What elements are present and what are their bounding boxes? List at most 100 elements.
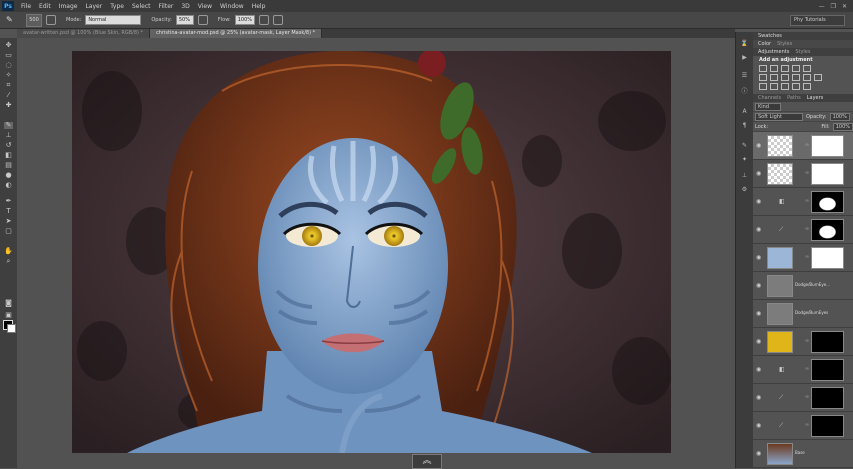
clone-source-icon[interactable]: ⊥ <box>740 172 749 179</box>
layer-mask-thumbnail[interactable] <box>811 387 844 409</box>
chain-link-icon[interactable]: ∞ <box>805 366 809 372</box>
tab-layers[interactable]: Layers <box>804 95 827 101</box>
chain-link-icon[interactable]: ∞ <box>805 198 809 204</box>
layer-opacity-input[interactable]: 100% <box>829 112 850 121</box>
curves-icon[interactable] <box>781 65 789 72</box>
layer-mask-thumbnail[interactable] <box>811 135 844 157</box>
layer-row[interactable]: ◉ ⟋ ∞ <box>753 384 853 412</box>
brightness-contrast-icon[interactable] <box>759 65 767 72</box>
dodge-tool-icon[interactable]: ◐ <box>4 182 13 189</box>
selective-color-icon[interactable] <box>792 83 800 90</box>
layer-row[interactable]: ◉ ∞ <box>753 160 853 188</box>
layer-row[interactable]: ◉ ⟋ ∞ <box>753 412 853 440</box>
actions-panel-icon[interactable]: ▶ <box>740 54 749 61</box>
photo-filter-icon[interactable] <box>792 74 800 81</box>
menu-layer[interactable]: Layer <box>81 3 106 10</box>
gradient-map-icon[interactable] <box>803 83 811 90</box>
visibility-eye-icon[interactable]: ◉ <box>756 394 761 401</box>
layer-mask-thumbnail[interactable] <box>811 163 844 185</box>
visibility-eye-icon[interactable]: ◉ <box>756 450 761 457</box>
layer-mask-thumbnail[interactable] <box>811 219 844 241</box>
hue-saturation-icon[interactable] <box>759 74 767 81</box>
layer-name[interactable]: Dodge/BurnEye... <box>795 282 830 287</box>
blur-tool-icon[interactable]: ● <box>4 172 13 179</box>
brush-tool-icon[interactable]: ✎ <box>4 122 13 129</box>
layer-mask-thumbnail[interactable] <box>811 247 844 269</box>
screen-mode-icon[interactable]: ▣ <box>4 312 13 319</box>
pressure-opacity-icon[interactable] <box>197 15 208 25</box>
document-canvas[interactable] <box>72 51 671 453</box>
chain-link-icon[interactable]: ∞ <box>805 338 809 344</box>
tab-channels[interactable]: Channels <box>755 95 784 101</box>
restore-button[interactable]: ❐ <box>831 3 836 10</box>
tab-swatches[interactable]: Swatches <box>755 33 785 39</box>
layer-row[interactable]: ◉ Dodge/BurnEye... <box>753 272 853 300</box>
layer-row[interactable]: ◉ Base <box>753 440 853 468</box>
path-select-tool-icon[interactable]: ➤ <box>4 218 13 225</box>
black-white-icon[interactable] <box>781 74 789 81</box>
layer-row[interactable]: ◉ ∞ <box>753 328 853 356</box>
layer-mask-thumbnail[interactable] <box>811 415 844 437</box>
menu-3d[interactable]: 3D <box>177 3 193 10</box>
color-lookup-icon[interactable] <box>814 74 822 81</box>
pen-tool-icon[interactable]: ✒ <box>4 198 13 205</box>
visibility-eye-icon[interactable]: ◉ <box>756 282 761 289</box>
menu-edit[interactable]: Edit <box>35 3 55 10</box>
history-panel-icon[interactable]: ⌛ <box>740 40 749 47</box>
tab-paths[interactable]: Paths <box>784 95 804 101</box>
brush-size-picker[interactable]: 500 <box>26 13 42 27</box>
layer-row[interactable]: ◉ ∞ <box>753 244 853 272</box>
eyedropper-tool-icon[interactable]: ⁄ <box>4 92 13 99</box>
layer-name[interactable]: Base <box>795 450 805 455</box>
layer-row[interactable]: ◉ ⟋ ∞ <box>753 216 853 244</box>
menu-filter[interactable]: Filter <box>155 3 178 10</box>
clone-stamp-tool-icon[interactable]: ⊥ <box>4 132 13 139</box>
blend-mode-select[interactable]: Soft Light <box>755 112 803 121</box>
flow-input[interactable]: 100% <box>234 15 255 25</box>
menu-type[interactable]: Type <box>106 3 128 10</box>
menu-window[interactable]: Window <box>216 3 248 10</box>
marquee-tool-icon[interactable]: ▭ <box>4 52 13 59</box>
layer-row[interactable]: ◉ ∞ <box>753 132 853 160</box>
exposure-icon[interactable] <box>792 65 800 72</box>
eraser-tool-icon[interactable]: ◧ <box>4 152 13 159</box>
layer-fill-input[interactable]: 100% <box>832 122 853 131</box>
brush-panel-icon[interactable] <box>46 15 56 25</box>
minimize-button[interactable]: — <box>819 3 825 10</box>
layer-mask-thumbnail[interactable] <box>811 331 844 353</box>
color-balance-icon[interactable] <box>770 74 778 81</box>
brush-panel-icon[interactable]: ✦ <box>740 156 749 163</box>
menu-file[interactable]: File <box>17 3 35 10</box>
quick-mask-icon[interactable]: ◙ <box>4 300 13 307</box>
chain-link-icon[interactable]: ∞ <box>805 422 809 428</box>
tool-presets-icon[interactable]: ⚙ <box>740 186 749 193</box>
posterize-icon[interactable] <box>770 83 778 90</box>
menu-help[interactable]: Help <box>248 3 270 10</box>
layer-row[interactable]: ◉ ◧ ∞ <box>753 356 853 384</box>
properties-panel-icon[interactable]: ☰ <box>740 72 749 79</box>
tab-document-1[interactable]: avatar-written.psd @ 100% (Blue Skin, RG… <box>17 29 151 38</box>
levels-icon[interactable] <box>770 65 778 72</box>
visibility-eye-icon[interactable]: ◉ <box>756 170 761 177</box>
layer-kind-select[interactable]: Kind <box>755 102 781 111</box>
character-panel-icon[interactable]: A <box>740 108 749 115</box>
opacity-input[interactable]: 50% <box>175 15 194 25</box>
move-tool-icon[interactable]: ✥ <box>4 42 13 49</box>
visibility-eye-icon[interactable]: ◉ <box>756 226 761 233</box>
visibility-eye-icon[interactable]: ◉ <box>756 422 761 429</box>
brush-presets-icon[interactable]: ✎ <box>740 142 749 149</box>
tab-adjustments-styles[interactable]: Styles <box>792 49 813 55</box>
chain-link-icon[interactable]: ∞ <box>805 254 809 260</box>
crop-tool-icon[interactable]: ⌗ <box>4 82 13 89</box>
threshold-icon[interactable] <box>781 83 789 90</box>
mode-select[interactable]: Normal <box>85 15 142 25</box>
chain-link-icon[interactable]: ∞ <box>805 394 809 400</box>
gradient-tool-icon[interactable]: ▤ <box>4 162 13 169</box>
pressure-size-icon[interactable] <box>272 15 283 25</box>
chain-link-icon[interactable]: ∞ <box>805 226 809 232</box>
lasso-tool-icon[interactable]: ◌ <box>4 62 13 69</box>
zoom-tool-icon[interactable]: ⌕ <box>4 258 13 265</box>
visibility-eye-icon[interactable]: ◉ <box>756 310 761 317</box>
channel-mixer-icon[interactable] <box>803 74 811 81</box>
tab-adjustments[interactable]: Adjustments <box>755 49 792 55</box>
